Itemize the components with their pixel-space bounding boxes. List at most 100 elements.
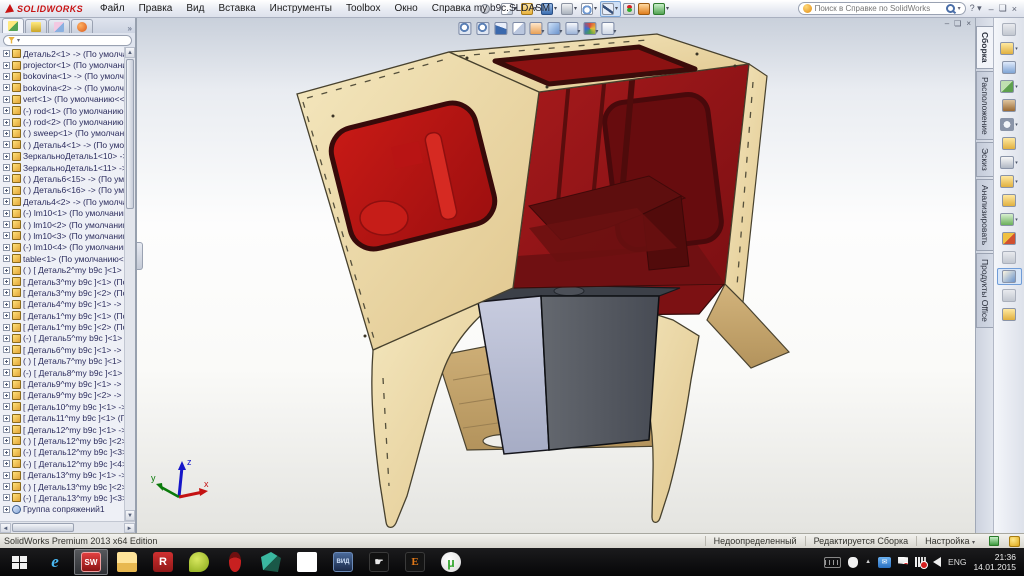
expand-icon[interactable] — [3, 278, 10, 285]
taskbar-modeling-app[interactable] — [254, 549, 288, 575]
taskbar-pointer-app[interactable]: ☛ — [362, 549, 396, 575]
tree-item[interactable]: ( ) lm10<3> (По умолчанию — [0, 230, 124, 241]
close-button[interactable]: × — [1012, 4, 1017, 14]
featuremanager-tab[interactable] — [2, 18, 24, 33]
show-hidden-icons-arrow[interactable]: ▲ — [865, 559, 871, 565]
doc-restore-button[interactable]: ❏ — [954, 19, 961, 28]
tree-item[interactable]: [ Деталь6^my b9c ]<1> -> (П — [0, 344, 124, 355]
tree-item[interactable]: (-) [ Деталь8^my b9c ]<1> -> — [0, 367, 124, 378]
dropdown-caret[interactable]: ▾ — [1015, 122, 1018, 128]
propertymanager-tab[interactable] — [25, 19, 47, 33]
menu-item[interactable]: Правка — [132, 0, 180, 17]
tree-item[interactable]: bokovina<2> -> (По умолчан — [0, 82, 124, 93]
start-button[interactable] — [2, 549, 36, 575]
tree-item[interactable]: table<1> (По умолчанию<<1 — [0, 253, 124, 264]
apply-scene-icon[interactable]: ▾ — [601, 20, 616, 35]
tree-item[interactable]: (-) rod<2> (По умолчанию< — [0, 116, 124, 127]
bill-of-materials-icon[interactable]: ▾ — [997, 211, 1022, 228]
search-icon[interactable] — [946, 4, 955, 13]
expand-icon[interactable] — [3, 198, 10, 205]
dropdown-caret[interactable]: ▾ — [554, 5, 557, 12]
tree-item[interactable]: ( ) Деталь6<15> -> (По умол — [0, 173, 124, 184]
expand-icon[interactable] — [3, 210, 10, 217]
command-manager-tab[interactable]: Эскиз — [976, 142, 993, 177]
tree-item[interactable]: [ Деталь4^my b9c ]<1> -> (П — [0, 299, 124, 310]
displaymanager-tab[interactable] — [71, 19, 93, 33]
simulation-icon[interactable] — [997, 249, 1022, 266]
minimize-button[interactable]: – — [989, 4, 994, 14]
file-properties-button[interactable]: ▾ — [652, 2, 671, 16]
assembly-3d-model[interactable] — [137, 18, 975, 533]
dropdown-caret[interactable]: ▾ — [666, 5, 669, 12]
tree-item[interactable]: projector<1> (По умолчанию — [0, 59, 124, 70]
expand-icon[interactable] — [3, 50, 10, 57]
expand-icon[interactable] — [3, 426, 10, 433]
expand-icon[interactable] — [3, 84, 10, 91]
tree-item[interactable]: (-) rod<1> (По умолчанию< — [0, 105, 124, 116]
tree-item[interactable]: (-) [ Деталь12^my b9c ]<4> - — [0, 458, 124, 469]
edit-component-icon[interactable] — [997, 21, 1022, 38]
taskbar-guitar-app[interactable] — [218, 549, 252, 575]
undo-button[interactable]: ▾ — [580, 2, 599, 16]
expand-icon[interactable] — [3, 175, 10, 182]
tree-horizontal-scrollbar[interactable]: ◄ ► — [0, 521, 135, 533]
expand-icon[interactable] — [3, 187, 10, 194]
tree-item[interactable]: [ Деталь9^my b9c ]<1> -> (П — [0, 378, 124, 389]
design-table-icon[interactable] — [989, 536, 999, 546]
tree-item[interactable]: [ Деталь1^my b9c ]<2> (По у — [0, 321, 124, 332]
taskbar-solidworks[interactable]: SW — [74, 549, 108, 575]
expand-icon[interactable] — [3, 244, 10, 251]
tree-item[interactable]: ( ) [ Деталь12^my b9c ]<2> -> — [0, 435, 124, 446]
linear-pattern-icon[interactable]: ▾ — [997, 78, 1022, 95]
dropdown-caret[interactable]: ▾ — [615, 5, 618, 12]
expand-icon[interactable] — [3, 62, 10, 69]
taskbar-video-app[interactable]: ВИД — [326, 549, 360, 575]
taskbar-file-explorer[interactable] — [110, 549, 144, 575]
tree-item[interactable]: [ Деталь12^my b9c ]<1> -> (П — [0, 424, 124, 435]
expand-icon[interactable] — [3, 346, 10, 353]
dropdown-caret[interactable]: ▾ — [1015, 160, 1018, 166]
assembly-features-icon[interactable]: ▾ — [997, 154, 1022, 171]
tree-item[interactable]: [ Деталь11^my b9c ]<1> (По — [0, 413, 124, 424]
dropdown-caret[interactable]: ▾ — [1015, 46, 1018, 52]
expand-icon[interactable] — [3, 221, 10, 228]
volume-icon[interactable] — [933, 557, 941, 567]
expand-icon[interactable] — [3, 119, 10, 126]
filter-dropdown-caret[interactable]: ▾ — [17, 37, 20, 44]
scrollbar-thumb[interactable] — [126, 59, 134, 209]
doc-close-button[interactable]: × — [966, 19, 971, 28]
expand-icon[interactable] — [3, 267, 10, 274]
graphics-viewport[interactable]: ▾▾▾▾▾ – ❏ × z x y — [137, 18, 975, 533]
zoom-area-icon[interactable] — [475, 20, 490, 35]
insert-components-icon[interactable]: ▾ — [997, 40, 1022, 57]
print-button[interactable]: ▾ — [560, 2, 579, 16]
menu-item[interactable]: Вид — [179, 0, 211, 17]
touch-keyboard-icon[interactable] — [824, 557, 841, 568]
tree-vertical-scrollbar[interactable]: ▲ ▼ — [124, 47, 135, 521]
mate-icon[interactable] — [997, 59, 1022, 76]
tree-item[interactable]: ( ) Деталь6<16> -> (По умол — [0, 185, 124, 196]
tree-filter-input[interactable]: ▾ — [3, 35, 132, 46]
tree-item[interactable]: (-) lm10<1> (По умолчанию — [0, 207, 124, 218]
tree-item[interactable]: [ Деталь10^my b9c ]<1> -> (П — [0, 401, 124, 412]
expand-icon[interactable] — [3, 460, 10, 467]
taskbar-utorrent[interactable]: µ — [434, 549, 468, 575]
action-center-flag-icon[interactable] — [898, 557, 908, 568]
restore-button[interactable]: ❏ — [999, 3, 1007, 14]
tree-item[interactable]: Группа сопряжений1 — [0, 504, 124, 515]
tree-item[interactable]: ЗеркальноДеталь1<11> -> (П — [0, 162, 124, 173]
scroll-down-icon[interactable]: ▼ — [125, 510, 135, 521]
expand-icon[interactable] — [3, 107, 10, 114]
command-manager-tab[interactable]: Сборка — [976, 26, 993, 69]
expand-icon[interactable] — [3, 324, 10, 331]
move-component-icon[interactable]: ▾ — [997, 116, 1022, 133]
tree-item[interactable]: [ Деталь3^my b9c ]<1> (По у — [0, 276, 124, 287]
clock[interactable]: 21:36 14.01.2015 — [973, 552, 1016, 572]
tree-item[interactable]: [ Деталь13^my b9c ]<1> -> (П — [0, 469, 124, 480]
language-indicator[interactable]: ENG — [948, 557, 966, 567]
expand-icon[interactable] — [3, 255, 10, 262]
exploded-view-icon[interactable] — [997, 230, 1022, 247]
tree-item[interactable]: ( ) [ Деталь13^my b9c ]<2> -> — [0, 481, 124, 492]
menu-item[interactable]: Окно — [387, 0, 424, 17]
tree-item[interactable]: vert<1> (По умолчанию<<П — [0, 94, 124, 105]
